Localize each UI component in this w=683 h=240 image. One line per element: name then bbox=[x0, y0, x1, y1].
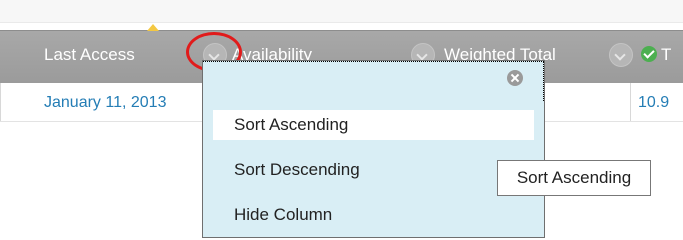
menu-item-sort-ascending[interactable]: Sort Ascending bbox=[213, 110, 534, 140]
chevron-down-icon[interactable] bbox=[609, 43, 633, 67]
sort-up-icon bbox=[147, 24, 159, 31]
column-header-next[interactable]: T bbox=[661, 45, 671, 65]
page-top-strip bbox=[0, 0, 683, 23]
last-access-cell[interactable]: January 11, 2013 bbox=[44, 94, 166, 112]
next-column-cell[interactable]: 10.9 bbox=[638, 94, 669, 112]
close-icon[interactable] bbox=[507, 70, 523, 86]
menu-item-sort-descending[interactable]: Sort Descending bbox=[213, 155, 534, 185]
column-header-last-access[interactable]: Last Access bbox=[44, 45, 135, 65]
check-icon bbox=[641, 46, 657, 62]
menu-item-hide-column[interactable]: Hide Column bbox=[213, 200, 534, 230]
column-divider bbox=[630, 83, 631, 121]
column-divider bbox=[0, 83, 1, 121]
column-context-menu: Sort Ascending Sort Descending Hide Colu… bbox=[202, 60, 545, 238]
menu-focus-outline bbox=[203, 61, 544, 101]
tooltip: Sort Ascending bbox=[497, 160, 651, 196]
